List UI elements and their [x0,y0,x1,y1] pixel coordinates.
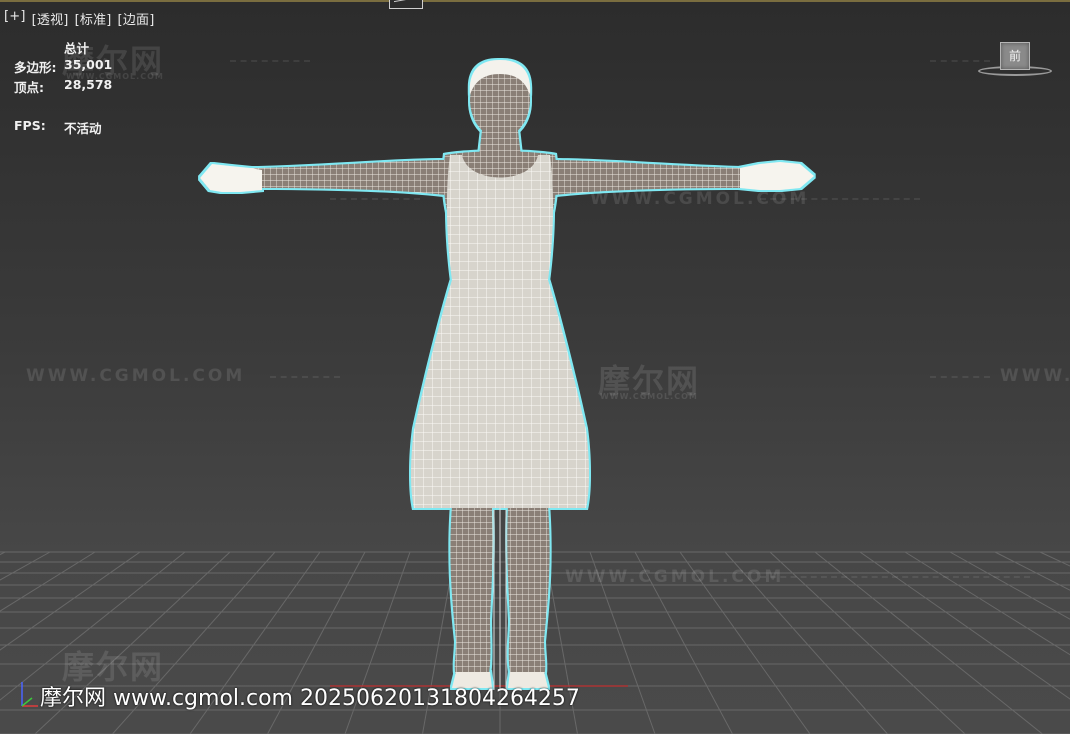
viewcube-front-face[interactable]: 前 [1000,42,1030,70]
left-leg [450,505,493,680]
watermark-footer: 摩尔网 www.cgmol.com 20250620131804264257 [40,686,580,711]
dress [411,155,589,508]
viewport-menu-display-mode[interactable]: [边面] [118,9,155,28]
fps-label: FPS: [14,118,46,133]
vertices-value: 28,578 [64,77,113,92]
right-hand [740,162,814,190]
viewport-menu-general[interactable]: [+] [4,9,26,28]
axis-tripod-icon [21,682,38,707]
character-model-wireframe[interactable] [0,0,1070,734]
fps-value: 不活动 [64,121,102,136]
stats-header: 总计 [64,41,90,56]
viewport-label-menu: [+] [透视] [标准] [边面] [4,9,155,28]
perspective-viewport[interactable]: 摩尔网 WWW.CGMOL.COM WWW.CGMOL.COM WWW.CGMO… [0,0,1070,734]
viewcube[interactable]: 前 [978,40,1054,80]
viewport-menu-point-of-view[interactable]: [透视] [32,9,69,28]
vertices-label: 顶点: [14,80,44,95]
polygons-value: 35,001 [64,57,113,72]
viewport-menu-shading[interactable]: [标准] [75,9,112,28]
right-leg [507,505,550,680]
polygons-label: 多边形: [14,60,57,75]
